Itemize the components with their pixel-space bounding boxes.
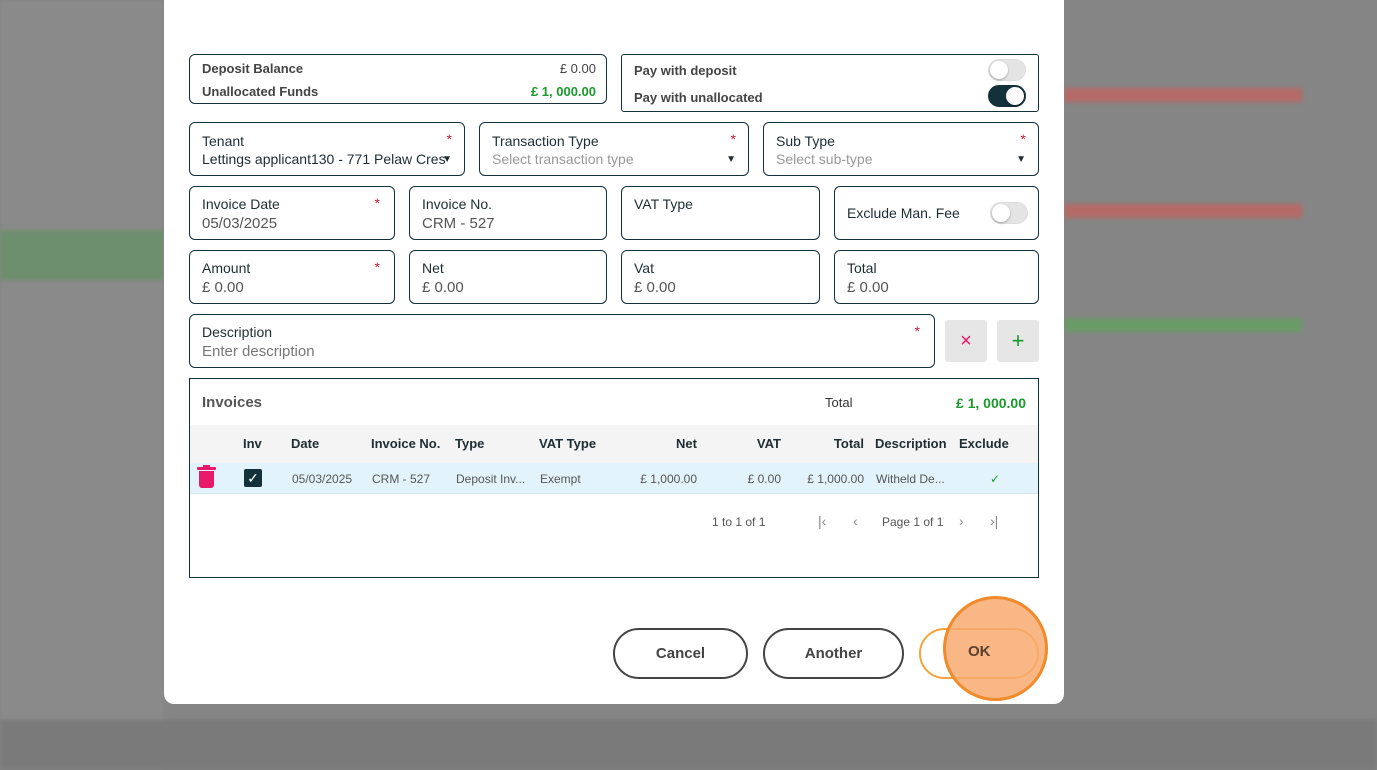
invoice-no-value: CRM - 527 xyxy=(422,215,495,232)
background-green-bar xyxy=(0,230,164,280)
column-header[interactable]: Inv xyxy=(243,436,262,451)
background-red-bar xyxy=(1064,204,1302,218)
cancel-button[interactable]: Cancel xyxy=(613,628,748,679)
chevron-down-icon: ▼ xyxy=(726,154,736,165)
cell-type: Deposit Inv... xyxy=(456,472,526,486)
pagination-page: Page 1 of 1 xyxy=(882,515,944,529)
net-label: Net xyxy=(422,260,444,276)
amount-label: Amount xyxy=(202,260,251,276)
required-marker: * xyxy=(374,259,380,275)
cell-description: Witheld De... xyxy=(876,472,945,486)
amount-field[interactable]: Amount * £ 0.00 xyxy=(189,250,395,304)
pay-with-deposit-label: Pay with deposit xyxy=(634,63,737,78)
vat-field[interactable]: Vat £ 0.00 xyxy=(621,250,820,304)
vat-value: £ 0.00 xyxy=(634,279,676,296)
last-page-icon[interactable]: ›| xyxy=(990,513,998,529)
pay-with-unallocated-toggle[interactable] xyxy=(988,85,1026,107)
transaction-type-select[interactable]: Transaction Type * Select transaction ty… xyxy=(479,122,749,176)
tenant-value: Lettings applicant130 - 771 Pelaw Cres xyxy=(202,151,446,167)
required-marker: * xyxy=(374,195,380,211)
exclude-fee-toggle[interactable] xyxy=(990,202,1028,224)
column-header[interactable]: VAT xyxy=(757,436,781,451)
vat-type-label: VAT Type xyxy=(634,196,693,212)
column-header[interactable]: Date xyxy=(291,436,319,451)
tenant-label: Tenant xyxy=(202,133,245,149)
column-header[interactable]: Invoice No. xyxy=(371,436,440,451)
column-header[interactable]: Description xyxy=(875,436,947,451)
description-label: Description xyxy=(202,324,273,340)
add-button[interactable]: + xyxy=(997,320,1039,362)
exclude-fee-label: Exclude Man. Fee xyxy=(847,205,960,221)
vat-label: Vat xyxy=(634,260,654,276)
chevron-down-icon: ▼ xyxy=(1016,154,1026,165)
invoice-date-value: 05/03/2025 xyxy=(202,215,278,232)
close-icon: × xyxy=(960,329,972,352)
first-page-icon[interactable]: |‹ xyxy=(818,513,826,529)
required-marker: * xyxy=(1020,131,1026,147)
net-field[interactable]: Net £ 0.00 xyxy=(409,250,607,304)
pagination-range: 1 to 1 of 1 xyxy=(712,515,766,529)
invoices-total-value: £ 1, 000.00 xyxy=(955,395,1026,411)
background-red-bar xyxy=(1064,88,1302,102)
description-field[interactable]: Description * Enter description xyxy=(189,314,935,368)
unallocated-funds-label: Unallocated Funds xyxy=(202,84,319,99)
check-icon: ✓ xyxy=(990,472,1001,486)
invoice-no-field[interactable]: Invoice No. CRM - 527 xyxy=(409,186,607,240)
cell-vat-type: Exempt xyxy=(540,472,581,486)
total-label: Total xyxy=(847,260,877,276)
transaction-type-label: Transaction Type xyxy=(492,133,599,149)
next-page-icon[interactable]: › xyxy=(959,513,964,529)
chevron-down-icon: ▼ xyxy=(442,154,452,165)
sub-type-select[interactable]: Sub Type * Select sub-type ▼ xyxy=(763,122,1039,176)
background-green-bar xyxy=(1064,318,1302,332)
total-value: £ 0.00 xyxy=(847,279,889,296)
transaction-type-placeholder: Select transaction type xyxy=(492,151,634,167)
column-header[interactable]: Net xyxy=(676,436,697,451)
required-marker: * xyxy=(914,323,920,339)
description-placeholder: Enter description xyxy=(202,343,315,360)
cell-vat: £ 0.00 xyxy=(747,472,781,486)
cell-total: £ 1,000.00 xyxy=(807,472,864,486)
deposit-balance-value: £ 0.00 xyxy=(559,61,596,76)
invoice-date-label: Invoice Date xyxy=(202,196,280,212)
pay-with-deposit-toggle[interactable] xyxy=(988,59,1026,81)
invoice-checkbox[interactable]: ✓ xyxy=(244,469,262,487)
cell-date: 05/03/2025 xyxy=(292,472,353,486)
net-value: £ 0.00 xyxy=(422,279,464,296)
trash-icon[interactable] xyxy=(197,465,216,488)
previous-page-icon[interactable]: ‹ xyxy=(853,513,858,529)
invoice-no-label: Invoice No. xyxy=(422,196,493,212)
plus-icon: + xyxy=(1011,328,1025,353)
total-field[interactable]: Total £ 0.00 xyxy=(834,250,1039,304)
column-header[interactable]: Exclude xyxy=(959,436,1009,451)
cell-invoice-no: CRM - 527 xyxy=(372,472,431,486)
click-highlight xyxy=(943,596,1048,701)
deposit-balance-label: Deposit Balance xyxy=(202,61,304,76)
cell-net: £ 1,000.00 xyxy=(640,472,697,486)
invoices-total-label: Total xyxy=(825,395,853,410)
required-marker: * xyxy=(730,131,736,147)
column-header[interactable]: VAT Type xyxy=(539,436,596,451)
column-header[interactable]: Type xyxy=(455,436,484,451)
vat-type-field[interactable]: VAT Type xyxy=(621,186,820,240)
invoice-date-field[interactable]: Invoice Date * 05/03/2025 xyxy=(189,186,395,240)
pay-with-unallocated-label: Pay with unallocated xyxy=(634,90,763,105)
tenant-select[interactable]: Tenant * Lettings applicant130 - 771 Pel… xyxy=(189,122,465,176)
clear-button[interactable]: × xyxy=(945,320,987,362)
background-footer xyxy=(0,720,1377,770)
add-transaction-modal: Deposit Balance £ 0.00 Unallocated Funds… xyxy=(164,0,1064,704)
amount-value: £ 0.00 xyxy=(202,279,244,296)
sub-type-placeholder: Select sub-type xyxy=(776,151,873,167)
balance-panel: Deposit Balance £ 0.00 Unallocated Funds… xyxy=(189,54,607,104)
exclude-fee-panel: Exclude Man. Fee xyxy=(834,186,1039,240)
invoices-title: Invoices xyxy=(202,394,263,411)
unallocated-funds-value: £ 1, 000.00 xyxy=(530,84,596,99)
column-header[interactable]: Total xyxy=(834,436,864,451)
required-marker: * xyxy=(446,131,452,147)
ok-button-label: OK xyxy=(968,643,991,660)
another-button[interactable]: Another xyxy=(763,628,904,679)
background-app xyxy=(0,0,164,770)
sub-type-label: Sub Type xyxy=(776,133,835,149)
pay-options-panel: Pay with deposit Pay with unallocated xyxy=(621,54,1039,112)
